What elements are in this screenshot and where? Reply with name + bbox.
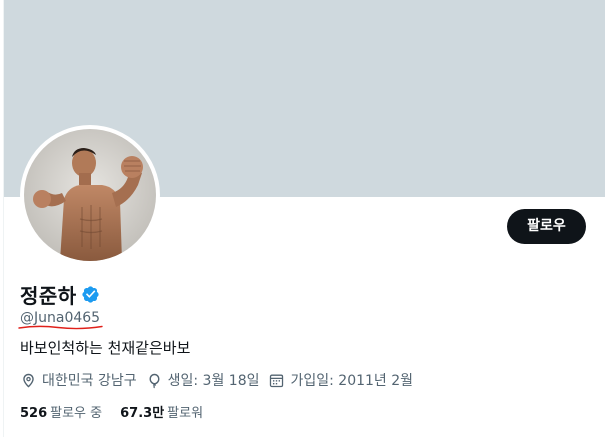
bio: 바보인척하는 천재같은바보 [20,339,191,357]
profile-meta-row: 대한민국 강남구 생일: 3월 18일 가입일: 2011년 2월 [20,370,422,390]
name-row: 정준하 [20,280,100,308]
followers-count: 67.3만 [120,405,165,421]
avatar-photo [24,129,156,261]
avatar[interactable] [20,125,160,265]
follow-button[interactable]: 팔로우 [507,209,586,244]
meta-birthday: 생일: 3월 18일 [146,370,260,390]
calendar-icon [270,374,284,387]
joined-text: 가입일: 2011년 2월 [290,373,414,389]
followers-stat[interactable]: 67.3만 팔로워 [120,402,203,421]
meta-location: 대한민국 강남구 [20,370,137,390]
balloon-icon [149,373,160,388]
profile-page: 팔로우 정준하 @Juna0465 바보인척하는 천재같은바보 대한민국 강남구 [0,0,605,437]
location-pin-icon [23,373,34,388]
meta-joined: 가입일: 2011년 2월 [268,370,413,390]
followers-label: 팔로워 [167,405,204,421]
following-count: 526 [20,405,48,421]
display-name: 정준하 [20,283,77,308]
following-label: 팔로우 중 [50,405,103,421]
follow-stats-row: 526 팔로우 중 67.3만 팔로워 [20,401,221,421]
following-stat[interactable]: 526 팔로우 중 [20,402,102,421]
birthday-text: 생일: 3월 18일 [167,373,260,389]
verified-badge-icon[interactable] [81,285,100,304]
handle-underline-mark [18,325,103,330]
handle-wrap: @Juna0465 [18,307,103,330]
location-text: 대한민국 강남구 [42,373,137,389]
